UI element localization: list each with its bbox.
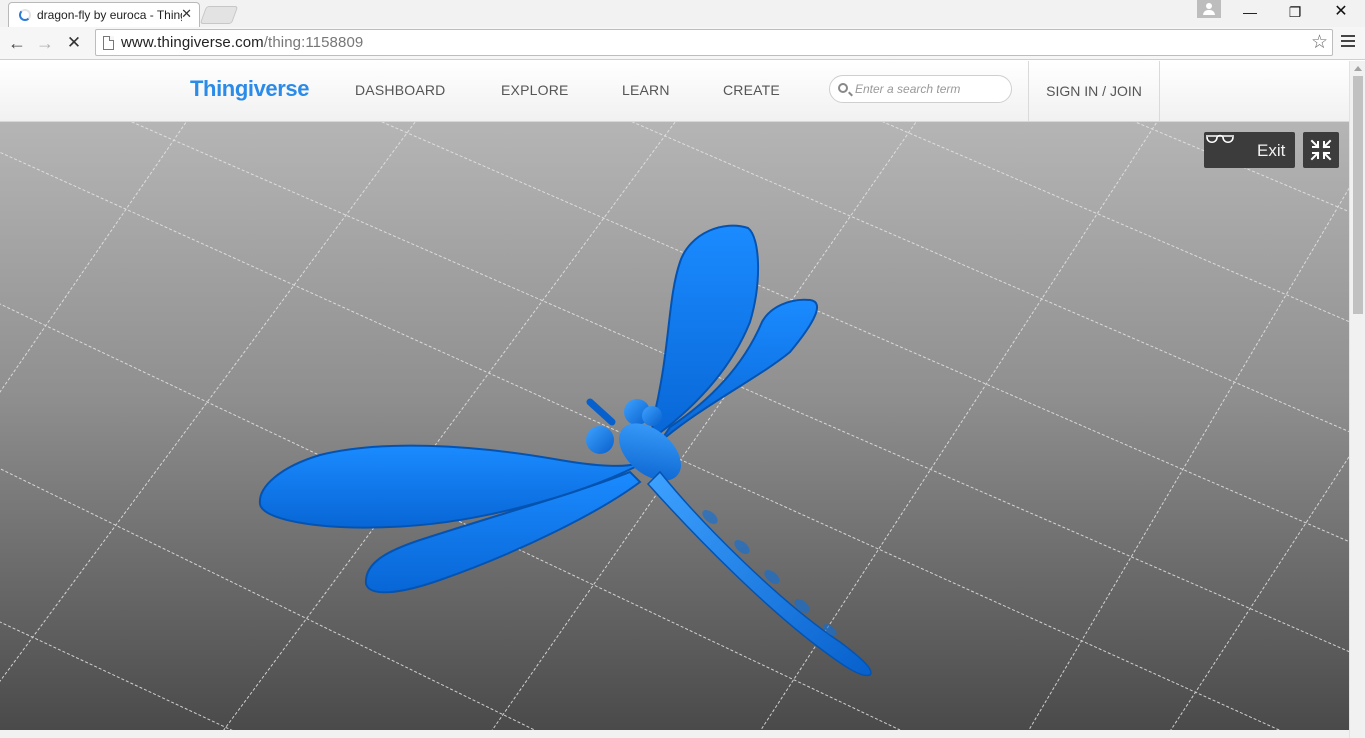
url-host: www.thingiverse.com — [121, 34, 264, 51]
collapse-fullscreen-button[interactable] — [1303, 132, 1339, 168]
search-input[interactable] — [855, 80, 1005, 98]
new-tab-button[interactable] — [199, 6, 239, 24]
forward-arrow-icon[interactable]: → — [33, 31, 57, 55]
user-profile-icon[interactable] — [1197, 0, 1221, 18]
scroll-up-arrow-icon[interactable] — [1354, 66, 1362, 71]
scrollbar-thumb[interactable] — [1353, 76, 1363, 314]
loading-spinner-icon — [19, 9, 31, 21]
stop-loading-icon[interactable]: ✕ — [62, 31, 86, 55]
nav-create[interactable]: CREATE — [723, 82, 780, 98]
search-icon — [838, 83, 848, 93]
site-header: Thingiverse DASHBOARD EXPLORE LEARN CREA… — [0, 61, 1349, 122]
page-icon — [103, 36, 114, 50]
url-text[interactable]: www.thingiverse.com/thing:1158809 — [121, 34, 363, 51]
bookmark-star-icon[interactable]: ☆ — [1311, 31, 1328, 54]
minimize-button[interactable]: — — [1227, 0, 1273, 26]
exit-vr-button[interactable]: Exit — [1204, 132, 1295, 168]
back-arrow-icon[interactable]: ← — [5, 31, 29, 55]
address-bar[interactable]: www.thingiverse.com/thing:1158809 ☆ — [95, 29, 1333, 56]
browser-menu-icon[interactable] — [1341, 35, 1355, 49]
dragonfly-model[interactable] — [258, 224, 872, 677]
browser-toolbar: ← → ✕ www.thingiverse.com/thing:1158809 … — [0, 27, 1365, 60]
exit-label: Exit — [1257, 141, 1286, 160]
vertical-scrollbar[interactable] — [1349, 61, 1365, 738]
horizontal-scrollbar[interactable] — [0, 730, 1349, 738]
browser-tab[interactable]: dragon-fly by euroca - Thingiverse ✕ — [8, 2, 200, 27]
nav-learn[interactable]: LEARN — [622, 82, 670, 98]
close-window-button[interactable]: ✕ — [1318, 0, 1364, 26]
tab-close-icon[interactable]: ✕ — [181, 6, 192, 22]
url-path: /thing:1158809 — [263, 34, 364, 51]
browser-titlebar: dragon-fly by euroca - Thingiverse ✕ — ❐… — [0, 0, 1365, 27]
sign-in-join-button[interactable]: SIGN IN / JOIN — [1028, 61, 1160, 121]
search-box[interactable] — [829, 75, 1012, 103]
thingiverse-logo[interactable]: Thingiverse — [190, 76, 309, 102]
3d-model-viewer[interactable]: Exit — [0, 122, 1349, 730]
collapse-icon — [1310, 139, 1332, 161]
viewer-canvas[interactable] — [0, 122, 1349, 730]
restore-button[interactable]: ❐ — [1272, 0, 1318, 26]
nav-explore[interactable]: EXPLORE — [501, 82, 569, 98]
glasses-icon — [1206, 134, 1234, 144]
nav-dashboard[interactable]: DASHBOARD — [355, 82, 445, 98]
tab-title: dragon-fly by euroca - Thingiverse — [37, 8, 182, 22]
